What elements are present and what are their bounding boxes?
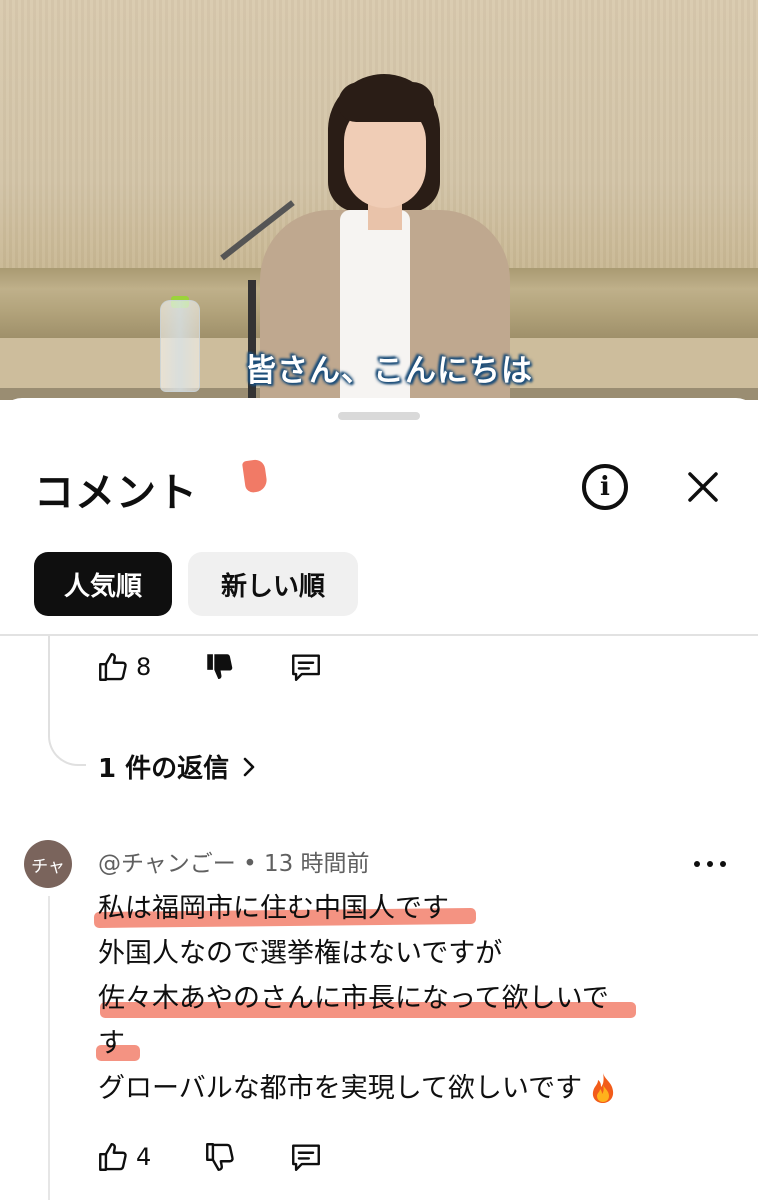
video-player[interactable]: 皆さん、こんにちは xyxy=(0,0,758,400)
sheet-drag-handle[interactable] xyxy=(338,412,420,420)
comment-line-5: グローバルな都市を実現して欲しいです xyxy=(98,1066,718,1111)
tab-newest[interactable]: 新しい順 xyxy=(188,552,358,616)
like-button[interactable]: 8 xyxy=(96,650,151,684)
like-count: 4 xyxy=(136,1143,152,1171)
thumbs-up-icon xyxy=(99,653,127,681)
comments-sheet: コメント i 人気順 新しい順 8 1 件の返信 チャ @チャンごー • 13 … xyxy=(0,398,758,1200)
comment-line-3: 佐々木あやのさんに市長になって欲しいで xyxy=(98,976,718,1021)
comment-icon xyxy=(292,654,321,681)
comment-text: 私は福岡市に住む中国人です 外国人なので選挙権はないですが 佐々木あやのさんに市… xyxy=(93,886,718,1111)
like-count: 8 xyxy=(136,653,152,681)
thumbs-down-icon xyxy=(206,1143,235,1171)
info-icon[interactable]: i xyxy=(582,464,628,510)
dislike-button[interactable] xyxy=(203,1140,237,1174)
previous-comment-actions: 8 xyxy=(96,650,375,684)
comment-author-meta[interactable]: @チャンごー • 13 時間前 xyxy=(98,844,370,878)
thread-connector xyxy=(48,636,86,766)
avatar[interactable]: チャ xyxy=(24,840,72,888)
tab-popular[interactable]: 人気順 xyxy=(34,552,172,616)
comment-icon xyxy=(292,1144,321,1171)
reply-button[interactable] xyxy=(289,650,323,684)
comment-line-2: 外国人なので選挙権はないですが xyxy=(98,938,503,969)
thread-line xyxy=(48,896,50,1200)
divider xyxy=(0,634,758,636)
annotation-mark xyxy=(241,458,269,494)
chevron-right-icon xyxy=(243,757,255,776)
comment-actions: 4 xyxy=(96,1140,375,1174)
thumbs-up-icon xyxy=(99,1143,127,1171)
video-subtitle: 皆さん、こんにちは xyxy=(245,353,533,389)
reply-button[interactable] xyxy=(289,1140,323,1174)
dislike-button[interactable] xyxy=(203,650,237,684)
close-icon[interactable] xyxy=(680,464,726,510)
replies-label: 1 件の返信 xyxy=(98,754,230,784)
fire-emoji-icon xyxy=(592,1072,614,1103)
comment-line-1: 私は福岡市に住む中国人です xyxy=(93,886,718,931)
more-options-icon[interactable] xyxy=(694,850,726,878)
thumbs-down-filled-icon xyxy=(207,654,233,680)
view-replies-button[interactable]: 1 件の返信 xyxy=(98,748,257,785)
like-button[interactable]: 4 xyxy=(96,1140,151,1174)
comment-line-4: す xyxy=(96,1021,718,1066)
sheet-title: コメント xyxy=(34,470,198,516)
